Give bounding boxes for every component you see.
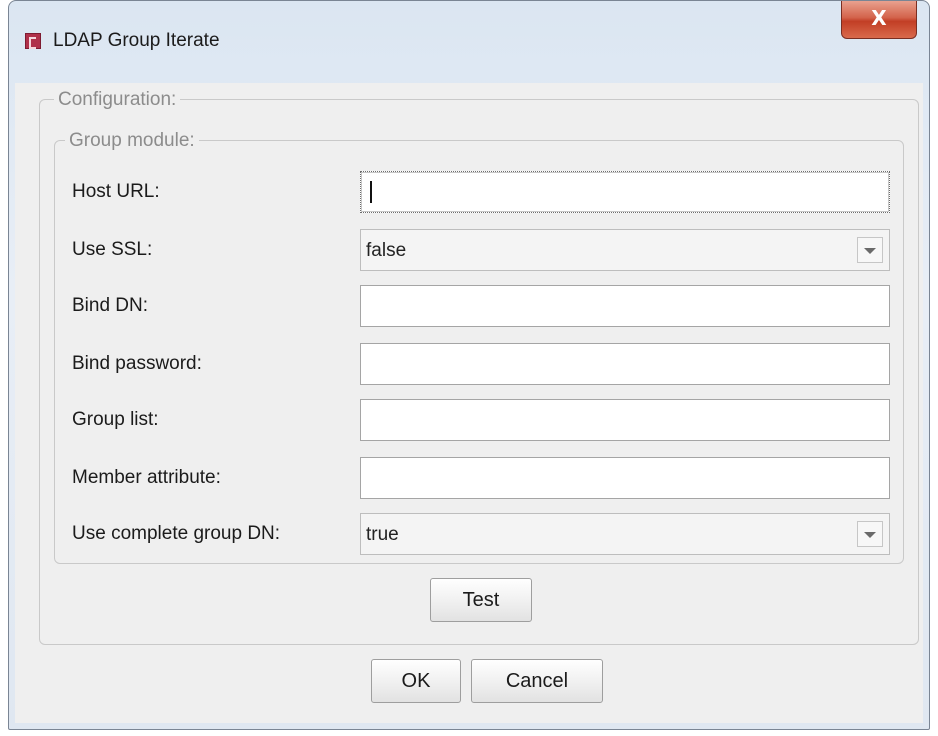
group-module-group: Group module: Host URL: Use SSL: false B… — [54, 130, 904, 564]
bind-dn-label: Bind DN: — [72, 295, 149, 316]
configuration-legend: Configuration: — [54, 89, 181, 111]
use-complete-group-dn-value: true — [366, 524, 399, 545]
window-title: LDAP Group Iterate — [53, 30, 220, 51]
use-ssl-select[interactable]: false — [360, 229, 890, 271]
configuration-group: Configuration: Group module: Host URL: U… — [39, 89, 919, 645]
group-module-legend: Group module: — [65, 130, 199, 152]
group-list-input[interactable] — [360, 399, 890, 441]
test-button[interactable]: Test — [430, 578, 532, 622]
text-caret — [370, 181, 372, 203]
use-ssl-value: false — [366, 240, 407, 261]
bind-password-input[interactable] — [360, 343, 890, 385]
close-button[interactable]: X — [841, 1, 917, 39]
use-ssl-label: Use SSL: — [72, 239, 153, 260]
cancel-button[interactable]: Cancel — [471, 659, 603, 703]
chevron-down-icon[interactable] — [857, 237, 883, 263]
bind-password-label: Bind password: — [72, 353, 202, 374]
member-attribute-label: Member attribute: — [72, 467, 221, 488]
chevron-down-icon[interactable] — [857, 521, 883, 547]
host-url-input[interactable] — [360, 171, 890, 213]
host-url-label: Host URL: — [72, 181, 160, 202]
use-complete-group-dn-select[interactable]: true — [360, 513, 890, 555]
group-list-label: Group list: — [72, 409, 159, 430]
title-bar[interactable]: LDAP Group Iterate X — [9, 1, 929, 81]
bind-dn-input[interactable] — [360, 285, 890, 327]
ok-button[interactable]: OK — [371, 659, 461, 703]
dialog-window: LDAP Group Iterate X Configuration: Grou… — [8, 0, 930, 730]
use-complete-group-dn-label: Use complete group DN: — [72, 523, 281, 544]
member-attribute-input[interactable] — [360, 457, 890, 499]
app-logo-icon — [25, 33, 41, 49]
dialog-content: Configuration: Group module: Host URL: U… — [15, 83, 923, 723]
